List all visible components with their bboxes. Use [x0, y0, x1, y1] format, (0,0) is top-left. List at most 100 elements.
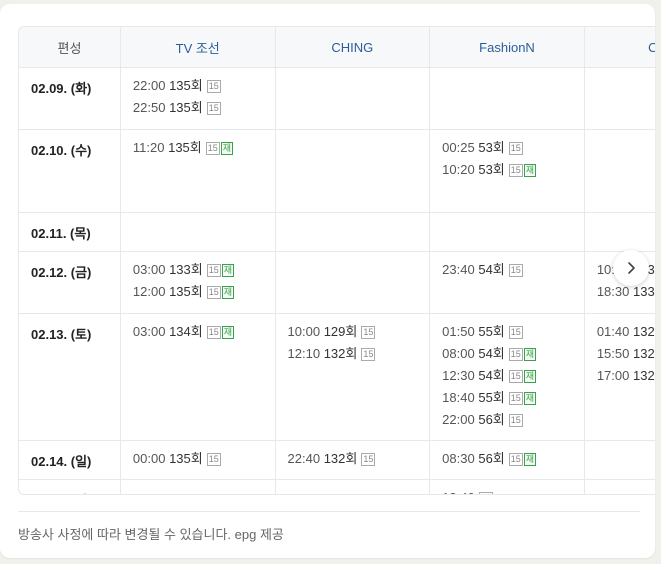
episode-number: 129회 [323, 324, 358, 339]
air-time: 22:00 [132, 78, 166, 93]
airing-entry[interactable]: 23:40 54회 15 [442, 259, 584, 281]
schedule-cell: 03:00 134회 15 재 [119, 313, 276, 441]
age-rating-badge: 15 [508, 392, 523, 405]
episode-number: 132회 [632, 324, 655, 339]
header-channel[interactable]: CHING [274, 27, 430, 68]
age-rating-badge: 15 [508, 264, 523, 277]
episode-number: 134회 [169, 324, 203, 339]
air-time: 10:20 [442, 162, 475, 177]
air-time: 08:30 [442, 451, 475, 466]
schedule-table-wrap: 편성 TV 조선 CHING FashionN ONT 02.09. (화) 22… [18, 26, 655, 495]
date-cell: 02.10. (수) [19, 129, 121, 213]
rerun-badge: 재 [523, 164, 537, 177]
age-rating-badge: 15 [205, 142, 220, 155]
air-time: 18:30 [596, 284, 630, 299]
schedule-cell: 11:20 135회 15 재 [119, 129, 276, 213]
air-time: 01:50 [442, 324, 475, 339]
airing-entry[interactable]: 03:00 134회 15 재 [133, 321, 275, 343]
airing-entry[interactable]: 17:00 132회15 [597, 365, 655, 387]
schedule-cell: 03:00 133회 15 재 12:00 135회 15 재 [119, 251, 276, 314]
episode-number: 132회 [323, 451, 358, 466]
episode-number: 53회 [478, 162, 505, 177]
airing-entry[interactable]: 22:00 56회 15 [442, 409, 584, 431]
age-rating-badge: 15 [508, 326, 523, 339]
header-channel[interactable]: TV 조선 [119, 27, 276, 68]
schedule-row: 02.14. (일) 00:00 135회 15 22:40 132회 15 08:30 … [19, 440, 655, 480]
airing-entry[interactable]: 00:00 135회 15 [133, 448, 275, 470]
age-rating-badge: 15 [206, 102, 221, 115]
air-time: 08:00 [442, 346, 475, 361]
next-button[interactable] [613, 250, 649, 286]
airing-entry[interactable]: 22:40 132회 15 [288, 448, 430, 470]
schedule-cell [274, 479, 430, 494]
age-rating-badge: 15 [508, 164, 523, 177]
episode-number: 56회 [478, 451, 505, 466]
airing-entry[interactable]: 22:00 135회 15 [133, 75, 275, 97]
airing-entry[interactable]: 15:50 132회15 [597, 343, 655, 365]
schedule-cell: 01:40 132회1515:50 132회1517:00 132회15 [583, 313, 655, 441]
airing-entry[interactable]: 08:30 56회 15 재 [442, 448, 584, 470]
age-rating-badge: 15 [508, 414, 523, 427]
age-rating-badge: 15 [206, 80, 221, 93]
age-rating-badge: 15 [478, 492, 493, 494]
airing-entry[interactable]: 11:20 135회 15 재 [133, 137, 275, 159]
air-time: 15:50 [596, 346, 630, 361]
age-rating-badge: 15 [508, 453, 523, 466]
episode-number: 54회 [478, 368, 505, 383]
airing-entry[interactable]: 01:50 55회 15 [442, 321, 584, 343]
airing-entry[interactable]: 10:20 53회 15 재 [442, 159, 584, 181]
divider [18, 511, 640, 512]
schedule-cell [583, 67, 655, 130]
episode-number: 133회 [632, 284, 655, 299]
episode-number: 53회 [478, 140, 505, 155]
schedule-cell [274, 212, 430, 252]
schedule-cell: 00:25 53회 15 10:20 53회 15 재 [429, 129, 585, 213]
air-time: 12:10 [287, 346, 321, 361]
date-cell: 02.13. (토) [19, 313, 121, 441]
date-cell: 02.15. (월) [19, 479, 121, 494]
episode-number: 132회 [323, 346, 358, 361]
age-rating-badge: 15 [361, 326, 376, 339]
footer-note: 방송사 사정에 따라 변경될 수 있습니다. epg 제공 [18, 527, 284, 542]
header-channel[interactable]: FashionN [429, 27, 585, 68]
episode-number: 135회 [169, 100, 203, 115]
airing-entry[interactable]: 22:50 135회 15 [133, 97, 275, 119]
schedule-row: 02.12. (금) 03:00 133회 15 재 12:00 135회 15 재 23:4… [19, 251, 655, 314]
header-channel[interactable]: ONT [583, 27, 655, 68]
schedule-cell [429, 67, 585, 130]
airing-entry[interactable]: 12:10 132회 15 [288, 343, 430, 365]
age-rating-badge: 15 [206, 286, 221, 299]
episode-number: 135회 [168, 140, 202, 155]
air-time: 23:40 [442, 262, 475, 277]
schedule-row: 02.15. (월) 13:4015 [19, 479, 655, 494]
schedule-row: 02.13. (토) 03:00 134회 15 재 10:00 129회 15 12:10… [19, 313, 655, 441]
air-time: 13:40 [442, 490, 475, 494]
schedule-cell [583, 129, 655, 213]
episode-number: 135회 [169, 78, 203, 93]
airing-entry[interactable]: 18:40 55회 15 재 [442, 387, 584, 409]
episode-number: 54회 [478, 262, 505, 277]
date-cell: 02.14. (일) [19, 440, 121, 480]
schedule-cell [583, 212, 655, 252]
rerun-badge: 재 [523, 348, 537, 361]
schedule-cell [119, 479, 276, 494]
airing-entry[interactable]: 00:25 53회 15 [442, 137, 584, 159]
episode-number: 135회 [169, 451, 203, 466]
airing-entry[interactable]: 03:00 133회 15 재 [133, 259, 275, 281]
rerun-badge: 재 [221, 286, 235, 299]
airing-entry[interactable]: 12:30 54회 15 재 [442, 365, 584, 387]
episode-number: 55회 [478, 390, 505, 405]
schedule-cell [583, 479, 655, 494]
air-time: 22:50 [132, 100, 166, 115]
airing-entry[interactable]: 08:00 54회 15 재 [442, 343, 584, 365]
air-time: 00:00 [132, 451, 166, 466]
airing-entry[interactable]: 10:00 129회 15 [288, 321, 430, 343]
date-cell: 02.11. (목) [19, 212, 121, 252]
airing-entry[interactable]: 12:00 135회 15 재 [133, 281, 275, 303]
airing-entry[interactable]: 13:4015 [442, 487, 584, 494]
air-time: 22:00 [442, 412, 475, 427]
header-schedule: 편성 [19, 27, 121, 68]
episode-number: 55회 [478, 324, 505, 339]
airing-entry[interactable]: 01:40 132회15 [597, 321, 655, 343]
schedule-cell [274, 67, 430, 130]
